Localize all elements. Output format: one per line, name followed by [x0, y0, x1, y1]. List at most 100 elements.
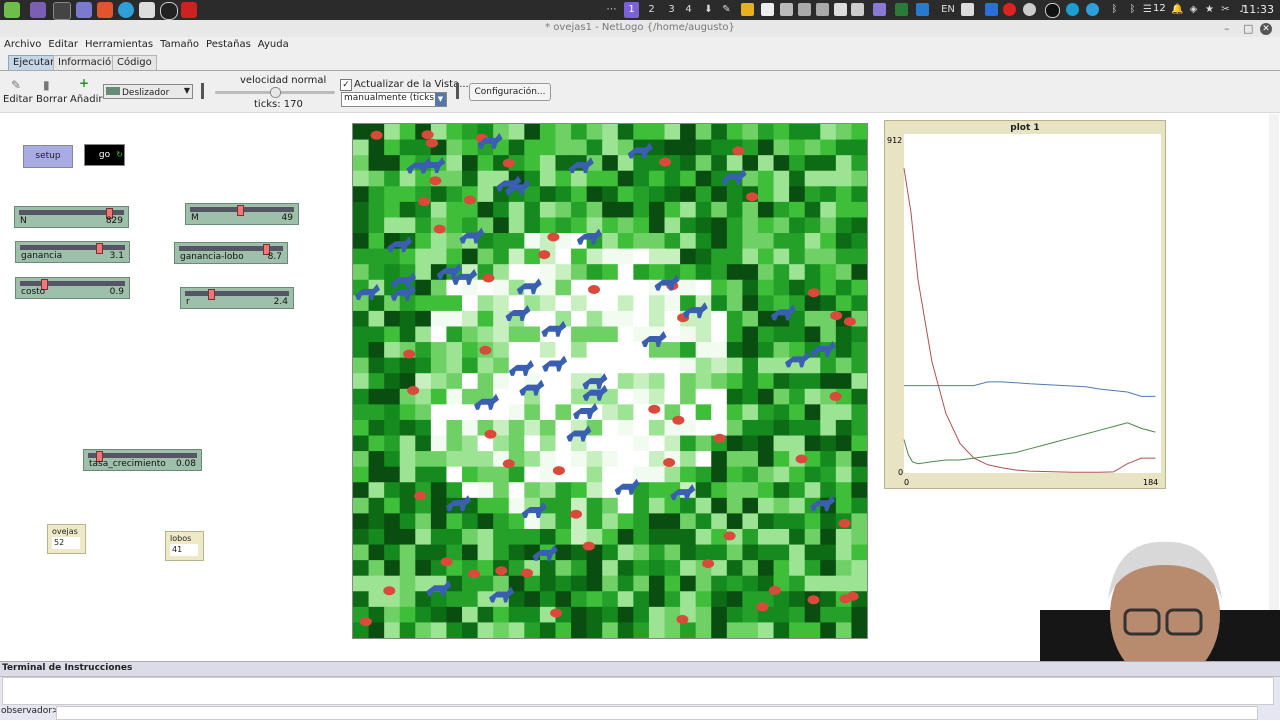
grass-patch: [648, 435, 666, 452]
brave-icon[interactable]: [97, 2, 113, 18]
play-icon[interactable]: [181, 2, 197, 18]
keyboard-layout[interactable]: EN: [939, 2, 957, 18]
grass-patch: [711, 591, 728, 608]
edit-button[interactable]: Editar: [3, 94, 33, 105]
obs-tray-icon[interactable]: [1045, 3, 1060, 18]
desktop-icon[interactable]: [30, 2, 46, 18]
slider-knob[interactable]: [237, 205, 245, 216]
maximize-icon[interactable]: □: [1243, 22, 1253, 35]
workspace-2[interactable]: 2: [644, 2, 659, 18]
check-icon[interactable]: [1066, 3, 1079, 16]
bluetooth2-icon[interactable]: ᛒ: [1125, 2, 1140, 18]
menu-archivo[interactable]: Archivo: [0, 37, 44, 50]
terminal-icon[interactable]: [53, 2, 71, 20]
drive-icon[interactable]: [741, 3, 754, 16]
grass-patch: [430, 295, 447, 312]
bluetooth-icon[interactable]: ᛒ: [1107, 2, 1122, 18]
update-view-checkbox[interactable]: ✓: [340, 79, 352, 91]
grass-patch: [664, 264, 681, 281]
shield-icon[interactable]: ◈: [1186, 2, 1201, 18]
obs-icon[interactable]: [160, 2, 178, 20]
app3-icon[interactable]: [985, 3, 998, 16]
grass-patch: [539, 186, 556, 203]
grass-patch: [617, 419, 634, 437]
menu-tamano[interactable]: Tamaño: [156, 37, 202, 50]
camera2-icon[interactable]: [816, 3, 829, 16]
minimize-icon[interactable]: –: [1224, 22, 1230, 35]
screenshot-icon[interactable]: [780, 3, 793, 16]
slider-m[interactable]: M 49: [185, 203, 299, 225]
update-mode-select[interactable]: manualmente (ticks) ▼: [341, 92, 447, 107]
world-canvas[interactable]: [353, 124, 867, 638]
workspace-overview-icon[interactable]: ⋯: [604, 2, 619, 18]
menu-herramientas[interactable]: Herramientas: [81, 37, 156, 50]
slider-knob[interactable]: [208, 289, 216, 300]
close-icon[interactable]: ✕: [1260, 23, 1272, 35]
mail-icon[interactable]: [916, 3, 929, 16]
remove-icon[interactable]: [851, 3, 864, 16]
grass-patch: [555, 497, 572, 514]
slider-tasa-crecimiento[interactable]: tasa_crecimiento 0.08: [83, 449, 202, 471]
grass-patch: [820, 139, 837, 156]
widget-type-select[interactable]: Deslizador ▼: [103, 84, 193, 99]
setup-button[interactable]: setup: [23, 145, 73, 168]
slider-knob[interactable]: [95, 243, 103, 254]
menu-pestanas[interactable]: Pestañas: [202, 37, 254, 50]
workspace-4[interactable]: 4: [681, 2, 696, 18]
grass-patch: [446, 124, 463, 141]
workspace-1[interactable]: 1: [624, 2, 639, 18]
slider-r[interactable]: r 2.4: [180, 287, 294, 309]
star-icon[interactable]: ★: [1202, 2, 1217, 18]
go-button[interactable]: go ↻: [84, 144, 125, 166]
grass-patch: [757, 466, 775, 483]
grass-patch: [711, 575, 728, 592]
slider-ganancia-lobo[interactable]: ganancia-lobo 8.7: [174, 242, 288, 264]
tools-icon[interactable]: ✂: [1218, 2, 1233, 18]
command-prompt-label[interactable]: observador>: [1, 706, 59, 716]
settings-button[interactable]: Configuración...: [469, 83, 551, 101]
grass-patch: [493, 497, 510, 514]
notes-icon[interactable]: [761, 3, 774, 16]
monitor-icon[interactable]: [895, 3, 908, 16]
menu-ayuda[interactable]: Ayuda: [254, 37, 292, 50]
grass-patch: [399, 310, 416, 327]
slider-ganancia[interactable]: ganancia 3.1: [15, 241, 130, 263]
command-input[interactable]: [56, 706, 1258, 720]
sheep-agent: [582, 541, 595, 551]
download-icon[interactable]: ⬇: [701, 2, 716, 18]
grass-patch: [617, 248, 634, 265]
tab-ejecutar[interactable]: Ejecutar: [8, 55, 60, 70]
add-button[interactable]: Añadir: [70, 94, 103, 105]
image-icon[interactable]: [834, 3, 847, 16]
grass-patch: [524, 264, 541, 281]
workspace-3[interactable]: 3: [664, 2, 679, 18]
pin-icon[interactable]: ✎: [719, 2, 734, 18]
delete-button[interactable]: Borrar: [36, 94, 67, 105]
app2-icon[interactable]: [961, 3, 974, 16]
grass-patch: [539, 124, 556, 141]
grass-patch: [555, 186, 572, 203]
menu-editar[interactable]: Editar: [44, 37, 81, 50]
camera-icon[interactable]: [798, 3, 811, 16]
grass-patch: [773, 435, 790, 452]
telegram-icon[interactable]: [118, 2, 134, 18]
tab-codigo[interactable]: Código: [112, 55, 157, 70]
grass-patch: [399, 482, 416, 499]
world-view[interactable]: [352, 123, 868, 639]
grass-patch: [835, 155, 852, 172]
grass-patch: [742, 264, 759, 281]
grass-patch: [711, 606, 728, 623]
grass-patch: [353, 217, 370, 234]
slider-n[interactable]: N 829: [14, 206, 129, 228]
app-icon[interactable]: [139, 2, 155, 18]
speed-slider-knob[interactable]: [270, 87, 281, 98]
mega-icon[interactable]: [1003, 3, 1016, 16]
files-icon[interactable]: [76, 2, 92, 18]
menu-icon[interactable]: [4, 2, 20, 18]
user-icon[interactable]: [1023, 3, 1036, 16]
folder-icon[interactable]: [873, 3, 886, 16]
grass-patch: [633, 513, 650, 530]
bell-icon[interactable]: 🔔: [1170, 2, 1185, 18]
telegram-tray-icon[interactable]: [1086, 3, 1099, 16]
slider-costo[interactable]: costo 0.9: [15, 277, 130, 299]
